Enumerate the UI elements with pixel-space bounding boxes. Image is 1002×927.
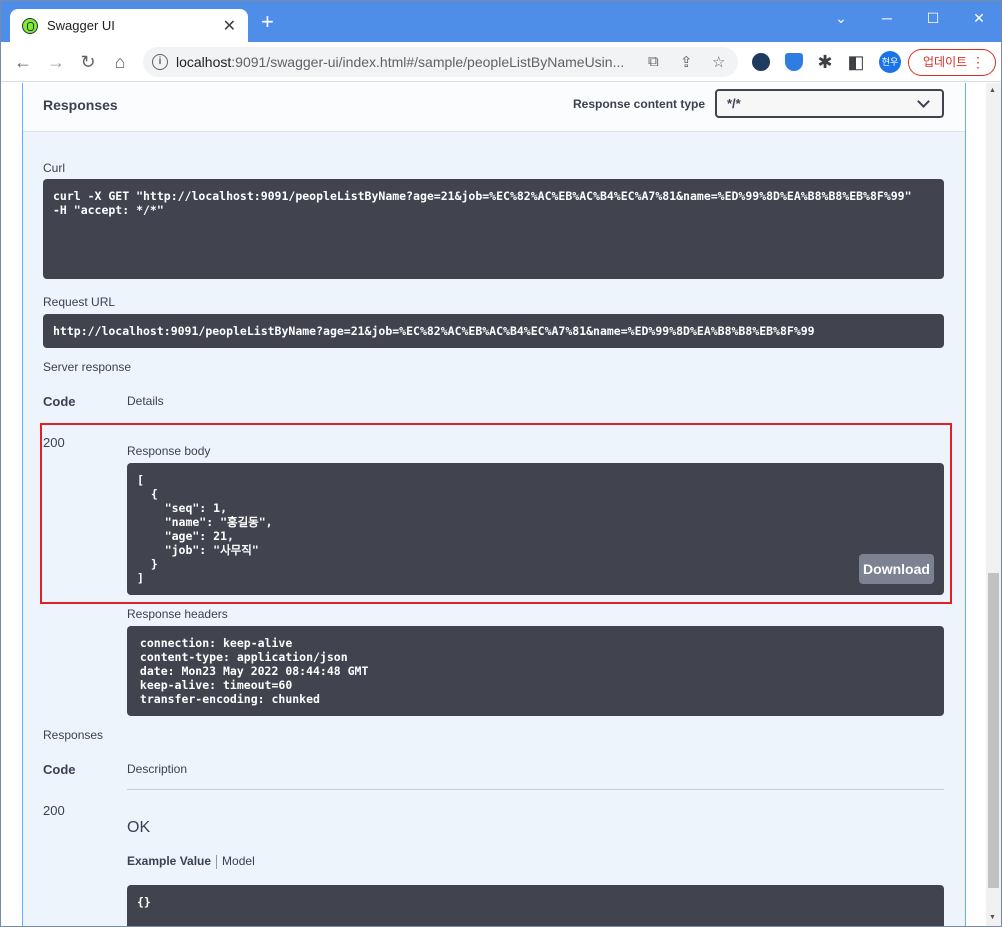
url-text[interactable]: localhost:9091/swagger-ui/index.html#/sa… — [176, 54, 624, 70]
menu-dots-icon[interactable]: ⋮ — [971, 50, 985, 75]
download-button[interactable]: Download — [859, 554, 934, 584]
highlight-box — [40, 423, 952, 604]
curl-label: Curl — [43, 161, 66, 175]
share-icon[interactable]: ⇪ — [680, 53, 693, 71]
tab-title: Swagger UI — [47, 18, 115, 33]
minimize-button[interactable]: ─ — [864, 5, 910, 33]
server-response-code-header: Code — [43, 394, 76, 409]
tab-search-icon[interactable]: ⌄ — [818, 5, 864, 33]
reload-icon[interactable]: ↻ — [76, 50, 100, 74]
scroll-up-icon[interactable]: ▲ — [989, 87, 996, 94]
bookmark-star-icon[interactable]: ☆ — [712, 53, 725, 71]
scrollbar-thumb[interactable] — [988, 573, 999, 888]
responses-code-header: Code — [43, 762, 76, 777]
swagger-favicon-icon — [22, 18, 38, 34]
responses-header: Responses Response content type */* — [23, 83, 965, 132]
content-type-label: Response content type — [573, 97, 706, 111]
server-response-details-header: Details — [127, 394, 164, 408]
request-url-value[interactable]: http://localhost:9091/peopleListByName?a… — [43, 314, 944, 348]
tab-close-icon[interactable]: ✕ — [223, 16, 236, 36]
browser-window: Swagger UI ✕ + ⌄ ─ ☐ ✕ ← → ↻ ⌂ i localho… — [0, 0, 1002, 927]
tab-example-value[interactable]: Example Value — [127, 854, 211, 868]
scroll-down-icon[interactable]: ▼ — [989, 914, 996, 921]
home-icon[interactable]: ⌂ — [108, 50, 132, 74]
address-bar[interactable]: i localhost:9091/swagger-ui/index.html#/… — [143, 47, 738, 77]
example-value-code[interactable]: {} — [127, 885, 944, 926]
back-arrow-icon[interactable]: ← — [11, 50, 35, 74]
example-tabs: Example Value Model — [127, 854, 255, 869]
responses-title: Responses — [43, 97, 118, 113]
close-window-button[interactable]: ✕ — [956, 5, 1001, 33]
translate-icon[interactable]: ⧉ — [648, 53, 659, 70]
responses-description-header: Description — [127, 762, 188, 776]
responses-section-label: Responses — [43, 728, 104, 742]
tab-separator — [216, 854, 218, 869]
chevron-down-icon — [917, 95, 930, 108]
request-url-label: Request URL — [43, 295, 116, 309]
content-type-select[interactable]: */* — [715, 89, 944, 118]
page-viewport: Responses Response content type */* Curl… — [1, 83, 1001, 926]
server-response-label: Server response — [43, 360, 132, 374]
forward-arrow-icon[interactable]: → — [44, 50, 68, 74]
site-info-icon[interactable]: i — [152, 54, 168, 70]
response-headers-label: Response headers — [127, 607, 228, 621]
tab-swagger-ui[interactable]: Swagger UI ✕ — [10, 9, 248, 42]
browser-toolbar: ← → ↻ ⌂ i localhost:9091/swagger-ui/inde… — [1, 42, 1001, 82]
extension-shield-icon[interactable] — [785, 53, 803, 71]
extensions-puzzle-icon[interactable]: ✱ — [813, 50, 837, 74]
tab-strip: Swagger UI ✕ + ⌄ ─ ☐ ✕ — [1, 1, 1001, 42]
maximize-button[interactable]: ☐ — [910, 5, 956, 33]
curl-command[interactable]: curl -X GET "http://localhost:9091/peopl… — [43, 179, 944, 279]
vertical-scrollbar[interactable]: ▲ ▼ — [986, 83, 1001, 926]
tab-model[interactable]: Model — [222, 854, 255, 868]
extension-check-icon[interactable] — [752, 53, 770, 71]
update-button[interactable]: 업데이트 ⋮ — [908, 49, 996, 76]
side-panel-icon[interactable]: ◧ — [844, 50, 868, 74]
operation-block: Responses Response content type */* Curl… — [22, 83, 966, 926]
profile-avatar[interactable]: 현우 — [879, 51, 901, 73]
responses-status-code: 200 — [43, 803, 65, 818]
responses-divider — [127, 789, 944, 790]
response-headers[interactable]: connection: keep-alive content-type: app… — [127, 626, 944, 716]
new-tab-button[interactable]: + — [261, 11, 274, 33]
response-description: OK — [127, 819, 151, 836]
